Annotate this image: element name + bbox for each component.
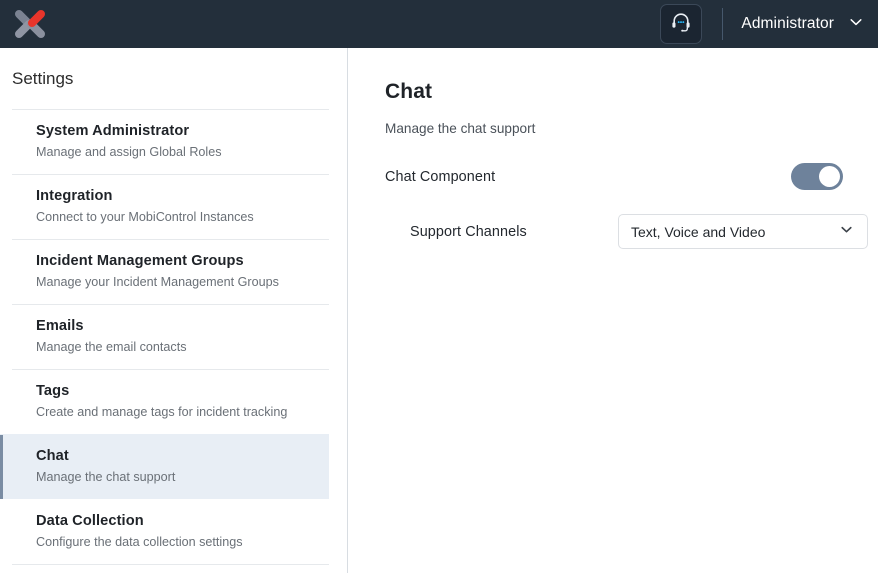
sidebar-item-desc: Manage the email contacts	[36, 340, 187, 354]
sidebar-item-tags[interactable]: Tags Create and manage tags for incident…	[12, 369, 329, 434]
settings-list: System Administrator Manage and assign G…	[0, 109, 347, 573]
sidebar-item-data-collection[interactable]: Data Collection Configure the data colle…	[12, 499, 329, 564]
sidebar-item-desc: Manage and assign Global Roles	[36, 145, 222, 159]
sidebar-item-desc: Manage your Incident Management Groups	[36, 275, 279, 289]
support-channels-value: Text, Voice and Video	[631, 223, 766, 240]
soti-x-logo[interactable]	[6, 0, 54, 48]
sidebar-item-title: Chat	[36, 448, 69, 464]
sidebar-item-title: Emails	[36, 318, 84, 334]
sidebar-item-desc: Connect to your MobiControl Instances	[36, 210, 254, 224]
sidebar-title: Settings	[12, 69, 74, 88]
chat-support-button[interactable]	[660, 4, 703, 44]
sidebar-item-system-administrator[interactable]: System Administrator Manage and assign G…	[12, 109, 329, 174]
sidebar-item-title: Tags	[36, 383, 70, 399]
sidebar-item-title: Incident Management Groups	[36, 253, 244, 269]
top-bar-actions: Administrator	[660, 0, 878, 48]
user-menu[interactable]: Administrator	[741, 14, 864, 35]
sidebar-item-chat[interactable]: Chat Manage the chat support	[0, 434, 329, 499]
support-channels-row: Support Channels Text, Voice and Video	[385, 214, 868, 249]
toggle-knob	[819, 166, 840, 187]
chevron-down-icon	[848, 14, 864, 35]
sidebar-item-integration[interactable]: Integration Connect to your MobiControl …	[12, 174, 329, 239]
support-channels-select[interactable]: Text, Voice and Video	[618, 214, 868, 249]
headset-icon	[669, 10, 693, 39]
chat-settings-panel: Chat Manage the chat support Chat Compon…	[348, 48, 878, 573]
top-bar: Administrator	[0, 0, 878, 48]
sidebar-item-privacy[interactable]: Privacy Manage data privacy of users and…	[12, 564, 329, 573]
sidebar-item-desc: Configure the data collection settings	[36, 535, 243, 549]
page-title: Chat	[385, 80, 433, 103]
chat-component-toggle[interactable]	[791, 163, 843, 190]
sidebar-item-title: Data Collection	[36, 513, 144, 529]
settings-sidebar: Settings System Administrator Manage and…	[0, 48, 348, 573]
sidebar-item-emails[interactable]: Emails Manage the email contacts	[12, 304, 329, 369]
page-subtitle: Manage the chat support	[385, 121, 536, 136]
support-channels-label: Support Channels	[410, 223, 527, 240]
chat-component-label: Chat Component	[385, 168, 496, 185]
top-bar-divider	[722, 8, 724, 40]
sidebar-item-title: System Administrator	[36, 123, 190, 139]
sidebar-item-title: Integration	[36, 188, 113, 204]
sidebar-item-desc: Manage the chat support	[36, 470, 176, 484]
sidebar-item-incident-management-groups[interactable]: Incident Management Groups Manage your I…	[12, 239, 329, 304]
user-name-label: Administrator	[741, 15, 834, 32]
sidebar-item-desc: Create and manage tags for incident trac…	[36, 405, 288, 419]
chat-component-row: Chat Component	[385, 163, 843, 190]
chevron-down-icon	[839, 222, 854, 242]
page-body: Settings System Administrator Manage and…	[0, 48, 878, 573]
